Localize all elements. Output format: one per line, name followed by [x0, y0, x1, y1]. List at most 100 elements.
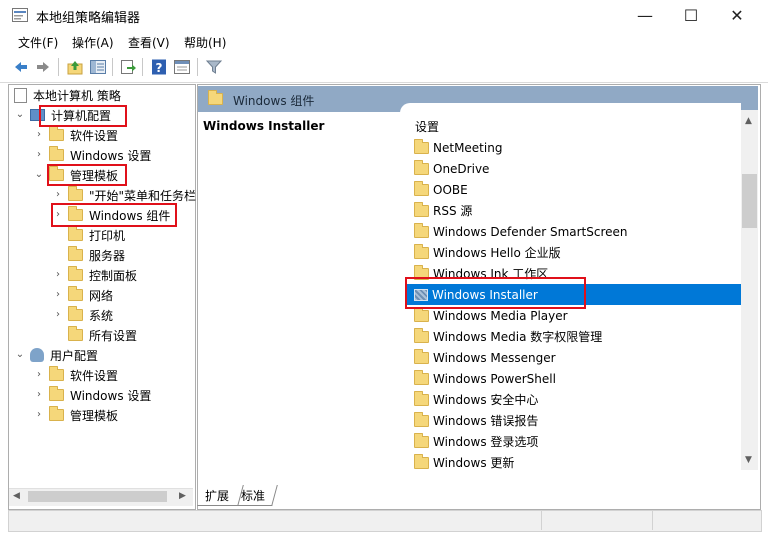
highlight-box: [51, 203, 177, 227]
close-button[interactable]: ✕: [714, 0, 760, 31]
tab-standard[interactable]: 标准: [241, 487, 265, 504]
folder-icon: [68, 186, 83, 201]
folder-icon: [414, 453, 429, 469]
up-folder-icon[interactable]: [66, 58, 84, 76]
tab-extended[interactable]: 扩展: [205, 487, 229, 504]
tree-start-menu[interactable]: › "开始"菜单和任务栏: [52, 185, 196, 205]
list-item[interactable]: OOBE: [406, 179, 741, 200]
scroll-up-icon[interactable]: ▲: [745, 116, 752, 126]
scroll-left-icon[interactable]: ◀: [13, 491, 20, 501]
list-item[interactable]: Windows Defender SmartScreen: [406, 221, 741, 242]
chevron-right-icon[interactable]: ›: [52, 309, 64, 321]
tree-printers[interactable]: 打印机: [68, 225, 125, 245]
list-item[interactable]: Windows PowerShell: [406, 368, 741, 389]
details-header-title: Windows 组件: [233, 94, 315, 108]
folder-icon: [414, 306, 429, 322]
column-header-setting[interactable]: 设置: [415, 118, 439, 135]
menu-action[interactable]: 操作(A): [72, 34, 114, 51]
menu-help[interactable]: 帮助(H): [184, 34, 226, 51]
list-item[interactable]: Windows 错误报告: [406, 410, 741, 431]
folder-icon: [414, 390, 429, 406]
scroll-right-icon[interactable]: ▶: [179, 491, 186, 501]
properties-view-icon[interactable]: [173, 58, 191, 76]
tree-network[interactable]: › 网络: [52, 285, 113, 305]
list-item-label: RSS 源: [433, 204, 473, 218]
list-item[interactable]: Windows 更新: [406, 452, 741, 473]
toolbar-separator: [142, 58, 143, 76]
tree-root[interactable]: 本地计算机 策略: [14, 85, 121, 105]
folder-icon: [414, 201, 429, 217]
list-item[interactable]: Windows Messenger: [406, 347, 741, 368]
folder-icon: [414, 327, 429, 343]
scroll-down-icon[interactable]: ▼: [745, 455, 752, 465]
chevron-right-icon[interactable]: ›: [52, 269, 64, 281]
list-item-label: Windows 更新: [433, 456, 515, 470]
show-hide-tree-icon[interactable]: [89, 58, 107, 76]
folder-icon: [414, 432, 429, 448]
tree-control-panel[interactable]: › 控制面板: [52, 265, 137, 285]
tree-system[interactable]: › 系统: [52, 305, 113, 325]
list-item[interactable]: Windows Media 数字权限管理: [406, 326, 741, 347]
filter-icon[interactable]: [205, 58, 223, 76]
list-item-label: Windows Media 数字权限管理: [433, 330, 603, 344]
list-item[interactable]: Windows 安全中心: [406, 389, 741, 410]
forward-icon[interactable]: [34, 58, 52, 76]
folder-icon: [414, 138, 429, 154]
tree-user-software-settings[interactable]: › 软件设置: [33, 365, 118, 385]
toolbar-separator: [197, 58, 198, 76]
tree-user-config[interactable]: ⌄ 用户配置: [14, 345, 98, 365]
chevron-down-icon[interactable]: ⌄: [33, 169, 45, 181]
maximize-button[interactable]: ☐: [668, 0, 714, 31]
menu-file[interactable]: 文件(F): [18, 34, 58, 51]
chevron-right-icon[interactable]: ›: [33, 129, 45, 141]
chevron-down-icon[interactable]: ⌄: [14, 349, 26, 361]
tree-windows-settings[interactable]: › Windows 设置: [33, 145, 151, 165]
chevron-right-icon[interactable]: ›: [52, 189, 64, 201]
list-item[interactable]: RSS 源: [406, 200, 741, 221]
toolbar: [0, 54, 768, 83]
user-icon: [30, 348, 44, 362]
description-title: Windows Installer: [203, 119, 325, 133]
list-item-label: Windows Messenger: [433, 350, 556, 365]
folder-icon: [68, 306, 83, 321]
window-title: 本地组策略编辑器: [36, 11, 141, 26]
chevron-down-icon[interactable]: ⌄: [14, 109, 26, 121]
toolbar-separator: [112, 58, 113, 76]
minimize-button[interactable]: —: [622, 0, 668, 31]
list-item-label: Windows Media Player: [433, 308, 568, 323]
export-list-icon[interactable]: [119, 58, 137, 76]
folder-icon: [414, 369, 429, 385]
menu-bar: [0, 31, 768, 53]
list-item-label: NetMeeting: [433, 140, 503, 155]
folder-icon: [208, 90, 223, 105]
tree-user-windows-settings[interactable]: › Windows 设置: [33, 385, 151, 405]
list-item-label: OneDrive: [433, 161, 490, 176]
folder-icon: [414, 159, 429, 175]
policy-document-icon: [14, 87, 27, 103]
chevron-right-icon[interactable]: ›: [33, 409, 45, 421]
folder-icon: [68, 226, 83, 241]
app-icon: [12, 8, 28, 22]
chevron-right-icon[interactable]: ›: [33, 389, 45, 401]
menu-view[interactable]: 查看(V): [128, 34, 170, 51]
help-icon[interactable]: ?: [150, 58, 168, 76]
list-item[interactable]: Windows Hello 企业版: [406, 242, 741, 263]
folder-icon: [68, 266, 83, 281]
tree-scroll-thumb[interactable]: [28, 491, 167, 502]
list-scroll-thumb[interactable]: [742, 174, 757, 228]
tree-software-settings[interactable]: › 软件设置: [33, 125, 118, 145]
chevron-right-icon[interactable]: ›: [52, 289, 64, 301]
chevron-right-icon[interactable]: ›: [33, 369, 45, 381]
toolbar-separator: [58, 58, 59, 76]
folder-icon: [414, 222, 429, 238]
chevron-right-icon[interactable]: ›: [33, 149, 45, 161]
list-item[interactable]: NetMeeting: [406, 137, 741, 158]
tree-all-settings[interactable]: 所有设置: [68, 325, 137, 345]
list-item[interactable]: OneDrive: [406, 158, 741, 179]
tree-servers[interactable]: 服务器: [68, 245, 125, 265]
tree-user-admin-templates[interactable]: › 管理模板: [33, 405, 118, 425]
back-icon[interactable]: [12, 58, 30, 76]
list-item[interactable]: Windows 登录选项: [406, 431, 741, 452]
folder-icon: [414, 180, 429, 196]
list-vertical-scrollbar[interactable]: [741, 110, 758, 470]
